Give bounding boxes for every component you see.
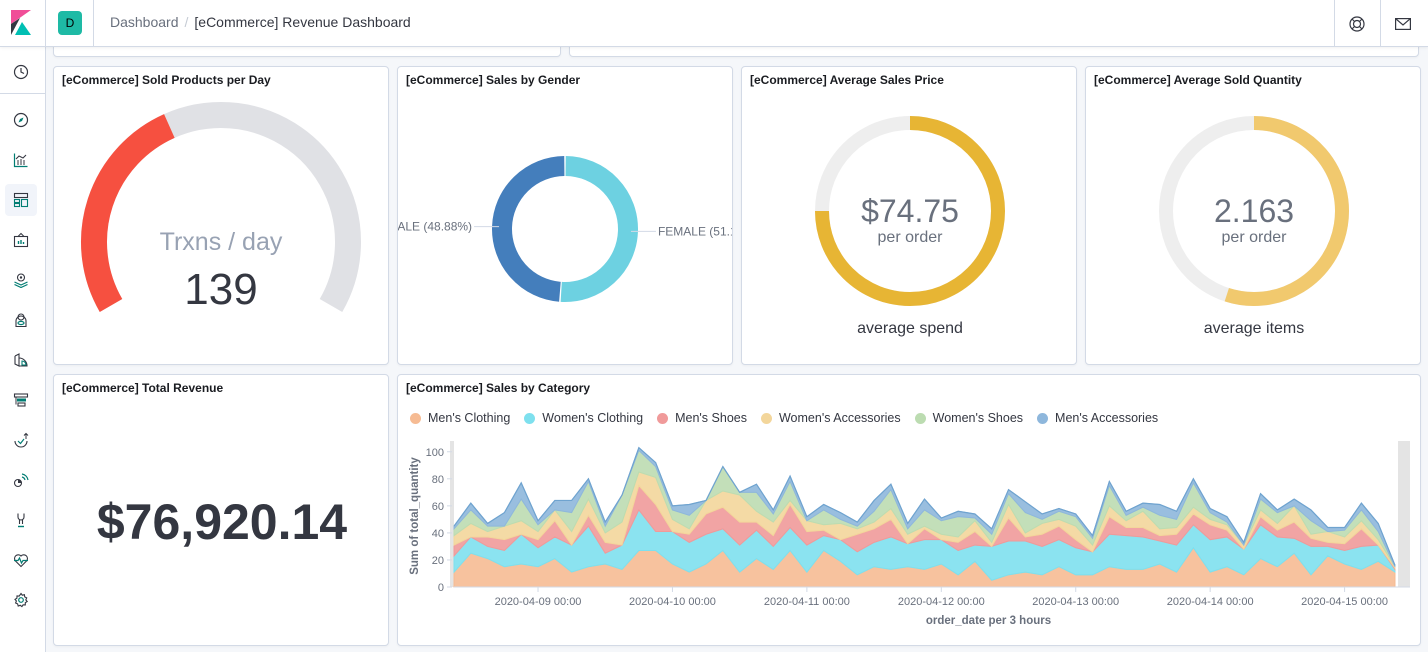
gauge-value: 2.163 [1214,193,1294,229]
y-tick-label: 60 [432,501,444,513]
gauge-value: $74.75 [861,193,959,229]
sidebar-item-canvas[interactable] [5,224,37,256]
average-quantity-gauge: 2.163 per order average items [1159,116,1349,337]
x-tick-label: 2020-04-13 00:00 [1032,596,1119,608]
pie-slice-male[interactable] [492,156,565,302]
panel-sales-by-gender: [eCommerce] Sales by Gender FEMALE (51.1… [397,66,733,365]
help-icon [1349,15,1365,32]
uptime-icon [13,473,29,488]
x-tick-label: 2020-04-12 00:00 [898,596,985,608]
sidebar-item-apm[interactable] [5,424,37,456]
space-avatar[interactable]: D [58,11,82,35]
sidebar-item-logs[interactable] [5,384,37,416]
panel-sold-products: [eCommerce] Sold Products per Day Trxns … [53,66,389,365]
sidebar-item-machine-learning[interactable] [5,304,37,336]
pie-slice-female[interactable] [560,156,638,302]
ml-icon [15,313,27,328]
x-tick-label: 2020-04-15 00:00 [1301,596,1388,608]
gauge-value-arc [81,114,175,312]
sidebar-item-dev-tools[interactable] [5,504,37,536]
sidebar-item-visualize[interactable] [5,144,37,176]
help-button[interactable] [1335,0,1379,47]
breadcrumb: Dashboard / [eCommerce] Revenue Dashboard [110,14,411,30]
sidebar-item-recently-viewed[interactable] [5,56,37,88]
y-tick-label: 20 [432,555,444,567]
sold-products-gauge: Trxns / day 139 [81,102,361,314]
y-tick-label: 80 [432,474,444,486]
canvas-icon [13,232,29,248]
metric-value: $76,920.14 [96,494,348,550]
nav-divider [0,93,45,94]
panel-average-sales-price: [eCommerce] Average Sales Price $74.75 p… [741,66,1077,365]
clock-icon [13,64,29,80]
x-tick-label: 2020-04-09 00:00 [495,596,582,608]
dashboard-icon [13,192,29,208]
kibana-logo-icon[interactable] [11,10,31,35]
maps-icon [14,273,28,288]
logs-icon [13,393,29,407]
gauge-footer: average spend [857,320,963,337]
gauge-sublabel: per order [878,229,944,246]
x-tick-label: 2020-04-10 00:00 [629,596,716,608]
x-tick-label: 2020-04-11 00:00 [764,596,850,608]
gauge-value: 139 [184,265,257,314]
sidebar-item-metrics[interactable] [5,344,37,376]
pie-slice-label: MALE (48.88%) [398,220,472,234]
panel-total-revenue: [eCommerce] Total Revenue $76,920.14 [53,374,389,646]
apm-icon [14,432,29,448]
panel-average-sold-quantity: [eCommerce] Average Sold Quantity 2.163 … [1085,66,1421,365]
newsfeed-button[interactable] [1381,0,1425,47]
monitoring-icon [13,554,29,568]
x-tick-label: 2020-04-14 00:00 [1167,596,1254,608]
chart-brush-right[interactable] [1398,441,1410,587]
management-icon [14,592,29,608]
gauge-footer: average items [1204,320,1305,337]
side-nav [0,47,46,652]
average-price-gauge: $74.75 per order average spend [815,116,1005,337]
chart-brush-left[interactable] [450,441,454,587]
breadcrumb-separator: / [184,14,189,30]
pie-slice-label: FEMALE (51.12%) [658,224,733,238]
breadcrumb-current: [eCommerce] Revenue Dashboard [194,14,411,30]
sidebar-item-stack-monitoring[interactable] [5,544,37,576]
breadcrumb-dashboard[interactable]: Dashboard [110,14,179,30]
gauge-sublabel: per order [1222,229,1288,246]
sales-by-category-chart: 0 20 40 60 80 100 Sum of total_quantity 2020-04… [409,441,1410,627]
sidebar-item-maps[interactable] [5,264,37,296]
sidebar-item-uptime[interactable] [5,464,37,496]
sales-by-gender-donut: FEMALE (51.12%) MALE (48.88%) [398,156,733,302]
x-axis-label: order_date per 3 hours [926,615,1051,627]
discover-icon [13,112,29,128]
y-tick-label: 100 [426,447,444,459]
app-header: D Dashboard / [eCommerce] Revenue Dashboar… [0,0,1428,47]
sidebar-item-dashboard[interactable] [5,184,37,216]
panel-title: [eCommerce] Total Revenue [62,381,224,395]
mail-icon [1395,17,1411,30]
sidebar-item-management[interactable] [5,584,37,616]
sidebar-item-discover[interactable] [5,104,37,136]
y-tick-label: 40 [432,528,444,540]
y-axis-label: Sum of total_quantity [409,457,421,575]
devtools-icon [17,513,25,528]
panel-sales-by-category: [eCommerce] Sales by Category Men's Clot… [397,374,1421,646]
infrastructure-icon [14,353,28,367]
gauge-label: Trxns / day [160,228,283,256]
visualize-icon [13,153,28,168]
y-tick-label: 0 [438,582,444,594]
